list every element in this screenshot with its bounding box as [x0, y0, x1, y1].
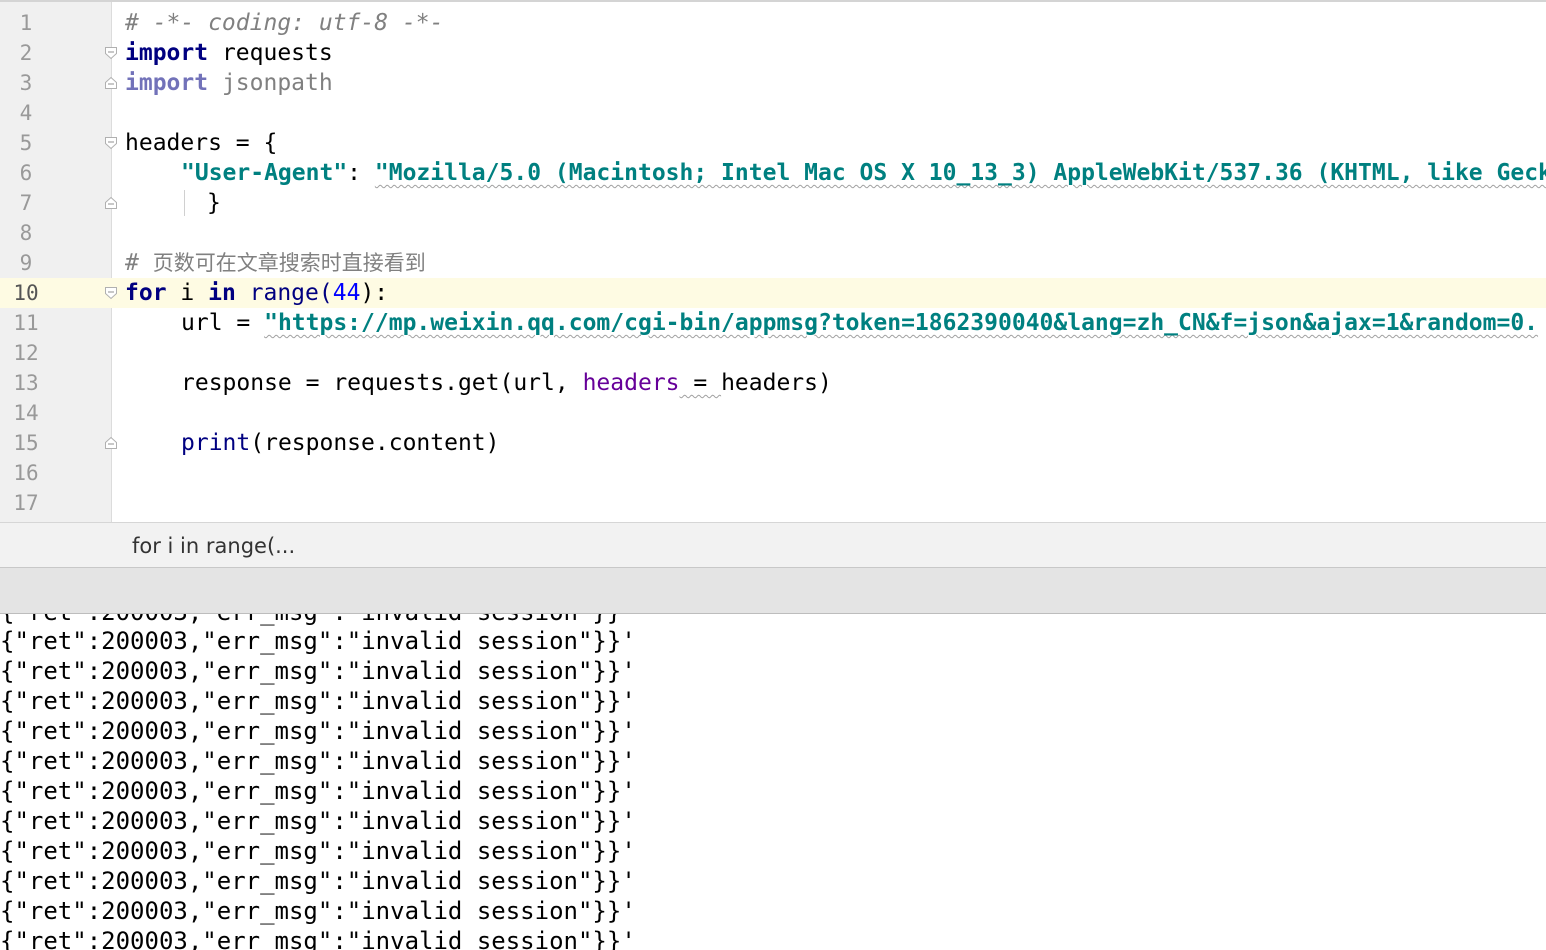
- range-call: range(: [235, 280, 333, 306]
- line-number: 7: [19, 191, 33, 215]
- module-name: requests: [208, 40, 333, 66]
- keyword-argument: headers: [582, 370, 680, 396]
- argument-value: headers): [721, 370, 832, 396]
- line-number: 8: [19, 221, 33, 245]
- chinese-comment: 页数可在文章搜索时直接看到: [152, 251, 426, 275]
- close-paren: ):: [360, 280, 389, 306]
- line-number: 17: [13, 491, 39, 515]
- keyword-for: for: [125, 280, 167, 306]
- code-line[interactable]: 1 # -*- coding: utf-8 -*-: [0, 8, 1546, 38]
- code-line[interactable]: 14: [0, 398, 1546, 428]
- fold-open-icon[interactable]: [104, 136, 118, 150]
- line-number: 10: [13, 281, 39, 305]
- code-line[interactable]: 13 response = requests.get(url, headers …: [0, 368, 1546, 398]
- fold-open-icon[interactable]: [104, 286, 118, 300]
- current-code-line[interactable]: 10 for i in range(44):: [0, 278, 1546, 308]
- code-line[interactable]: 8: [0, 218, 1546, 248]
- line-number: 5: [19, 131, 33, 155]
- line-number: 14: [13, 401, 39, 425]
- print-builtin: print: [181, 430, 251, 456]
- line-number: 2: [19, 41, 33, 65]
- console-output-line: {"ret":200003,"err_msg":"invalid session…: [0, 687, 636, 715]
- code-line[interactable]: 3 import jsonpath: [0, 68, 1546, 98]
- code-line[interactable]: 6 "User-Agent": "Mozilla/5.0 (Macintosh;…: [0, 158, 1546, 188]
- code-text: for i in range(44):: [125, 278, 388, 308]
- equals-sign: =: [679, 370, 722, 396]
- line-number: 16: [13, 461, 39, 485]
- code-line[interactable]: 7 }: [0, 188, 1546, 218]
- console-output-line: {"ret":200003,"err_msg":"invalid session…: [0, 807, 636, 835]
- run-console[interactable]: {"ret":200003,"err_msg":"invalid session…: [0, 614, 1546, 950]
- line-number: 9: [19, 251, 33, 275]
- fold-close-icon[interactable]: [104, 196, 118, 210]
- request-call: response = requests.get(url,: [181, 370, 583, 396]
- breadcrumb-item[interactable]: for i in range(...: [132, 523, 295, 569]
- code-line[interactable]: 2 import requests: [0, 38, 1546, 68]
- line-number: 4: [19, 101, 33, 125]
- code-text: }: [207, 190, 221, 216]
- fold-close-icon[interactable]: [104, 436, 118, 450]
- console-output-line: {"ret":200003,"err_msg":"invalid session…: [0, 897, 636, 925]
- code-line[interactable]: 16: [0, 458, 1546, 488]
- print-args: (response.content): [250, 430, 500, 456]
- line-number: 3: [19, 71, 33, 95]
- line-number: 1: [19, 11, 33, 35]
- code-text: # 页数可在文章搜索时直接看到: [125, 248, 426, 278]
- indent-guide: [184, 190, 185, 216]
- url-string: "https://mp.weixin.qq.com/cgi-bin/appmsg…: [264, 310, 1539, 336]
- number-literal: 44: [332, 280, 361, 306]
- code-line[interactable]: 9 # 页数可在文章搜索时直接看到: [0, 248, 1546, 278]
- code-text: import requests: [125, 38, 333, 68]
- code-line[interactable]: 11 url = "https://mp.weixin.qq.com/cgi-b…: [0, 308, 1546, 338]
- code-line[interactable]: 5 headers = {: [0, 128, 1546, 158]
- console-output-line: {"ret":200003,"err_msg":"invalid session…: [0, 717, 636, 745]
- code-text: response = requests.get(url, headers = h…: [181, 368, 832, 398]
- code-line[interactable]: 12: [0, 338, 1546, 368]
- code-text: headers = {: [125, 130, 278, 156]
- line-number: 11: [13, 311, 39, 335]
- module-name: jsonpath: [208, 70, 333, 96]
- line-number: 15: [13, 431, 39, 455]
- dict-key: "User-Agent": [181, 160, 348, 186]
- code-text: url = "https://mp.weixin.qq.com/cgi-bin/…: [181, 308, 1538, 338]
- console-output-line: {"ret":200003,"err_msg":"invalid session…: [0, 627, 636, 655]
- assignment: url =: [181, 310, 265, 336]
- line-number: 12: [13, 341, 39, 365]
- keyword-in: in: [208, 280, 236, 306]
- console-output-line: {"ret":200003,"err_msg":"invalid session…: [0, 927, 636, 950]
- colon: :: [347, 160, 375, 186]
- code-line[interactable]: 17: [0, 488, 1546, 518]
- loop-variable: i: [166, 280, 209, 306]
- line-number: 6: [19, 161, 33, 185]
- keyword: import: [125, 40, 209, 66]
- coding-comment: # -*- coding: utf-8 -*-: [125, 10, 444, 36]
- line-number: 13: [13, 371, 39, 395]
- breadcrumb: for i in range(...: [0, 522, 1546, 568]
- code-line[interactable]: 4: [0, 98, 1546, 128]
- fold-close-icon[interactable]: [104, 76, 118, 90]
- console-output-line: {"ret":200003,"err_msg":"invalid session…: [0, 657, 636, 685]
- code-editor[interactable]: 1 # -*- coding: utf-8 -*- 2 import reque…: [0, 0, 1546, 522]
- console-output-line: {"ret":200003,"err_msg":"invalid session…: [0, 867, 636, 895]
- dict-value: "Mozilla/5.0 (Macintosh; Intel Mac OS X …: [374, 160, 1546, 186]
- console-output-line: {"ret":200003,"err_msg":"invalid session…: [0, 747, 636, 775]
- fold-open-icon[interactable]: [104, 46, 118, 60]
- comment-hash: #: [125, 250, 153, 276]
- code-text: print(response.content): [181, 428, 500, 458]
- code-text: import jsonpath: [125, 68, 333, 98]
- console-output-line: {"ret":200003,"err_msg":"invalid session…: [0, 777, 636, 805]
- keyword: import: [125, 70, 209, 96]
- code-text: "User-Agent": "Mozilla/5.0 (Macintosh; I…: [181, 158, 1546, 188]
- code-line[interactable]: 15 print(response.content): [0, 428, 1546, 458]
- console-output-line: {"ret":200003,"err_msg":"invalid session…: [0, 837, 636, 865]
- run-tool-window-header[interactable]: [0, 568, 1546, 614]
